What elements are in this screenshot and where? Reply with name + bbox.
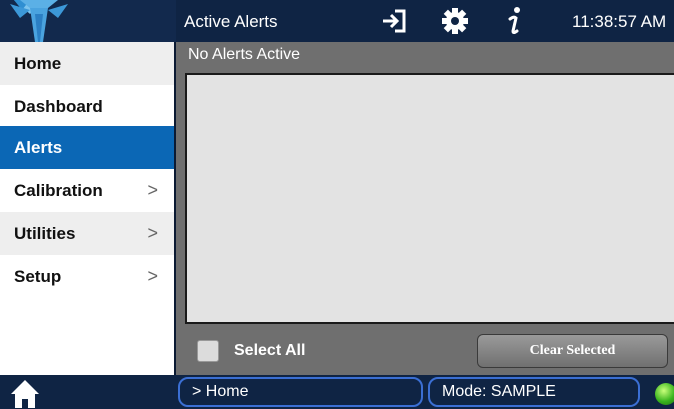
status-led-icon — [655, 383, 674, 405]
top-bar: Active Alerts 11:38:57 AM — [0, 0, 674, 42]
alerts-panel: No Alerts Active Select All Clear Select… — [176, 42, 674, 375]
breadcrumb[interactable]: > Home — [178, 377, 423, 407]
sidebar-item-alerts[interactable]: Alerts — [0, 126, 174, 169]
home-icon — [11, 380, 39, 408]
logo-icon — [10, 0, 68, 42]
sidebar-item-label: Alerts — [14, 138, 63, 157]
alerts-list[interactable] — [185, 73, 674, 324]
chevron-right-icon: > — [147, 266, 158, 286]
sidebar-item-label: Utilities — [14, 224, 76, 243]
sidebar-item-label: Setup — [14, 267, 62, 286]
logo — [0, 0, 176, 42]
sidebar-item-home[interactable]: Home — [0, 42, 174, 85]
sidebar-item-dashboard[interactable]: Dashboard — [0, 85, 174, 128]
bottom-bar: > Home Mode: SAMPLE — [0, 375, 674, 409]
sidebar-item-setup[interactable]: Setup > — [0, 255, 174, 298]
page-title: Active Alerts — [184, 12, 278, 31]
sidebar-item-label: Calibration — [14, 181, 103, 200]
sidebar-item-label: Home — [14, 54, 62, 73]
select-all-label[interactable]: Select All — [234, 342, 305, 360]
alerts-status-text: No Alerts Active — [188, 46, 301, 63]
clock: 11:38:57 AM — [572, 12, 667, 31]
mode-indicator: Mode: SAMPLE — [428, 377, 640, 407]
sidebar-item-label: Dashboard — [14, 97, 103, 116]
gear-icon[interactable] — [441, 7, 469, 35]
chevron-right-icon: > — [147, 180, 158, 200]
chevron-right-icon: > — [147, 223, 158, 243]
sidebar-item-calibration[interactable]: Calibration > — [0, 169, 174, 212]
info-icon[interactable] — [504, 5, 524, 37]
select-all-checkbox[interactable] — [197, 340, 219, 362]
sidebar-item-utilities[interactable]: Utilities > — [0, 212, 174, 255]
logout-icon[interactable] — [381, 9, 407, 33]
sidebar: Home Dashboard Alerts Calibration > Util… — [0, 42, 176, 375]
home-button[interactable] — [0, 375, 176, 409]
clear-selected-button[interactable]: Clear Selected — [477, 334, 668, 368]
